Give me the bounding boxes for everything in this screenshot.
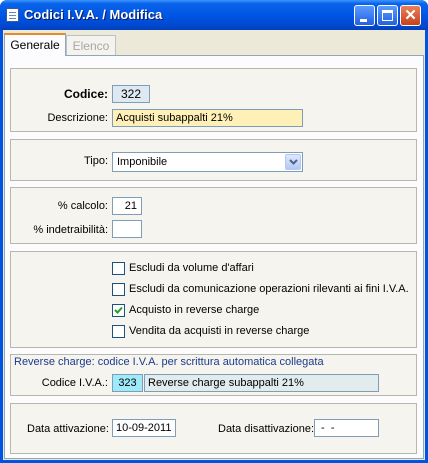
indetraibilita-label: % indetraibilità: — [33, 224, 108, 236]
data-attivazione-field[interactable]: 10-09-2011 — [112, 419, 176, 437]
codice-iva-label: Codice I.V.A.: — [41, 377, 108, 389]
group-reverse-charge: Reverse charge: codice I.V.A. per scritt… — [10, 354, 417, 396]
close-icon: ✕ — [404, 7, 417, 24]
codice-iva-description: Reverse charge subappalti 21% — [144, 374, 379, 392]
tipo-select[interactable]: Imponibile — [112, 152, 303, 172]
calcolo-field[interactable]: 21 — [112, 197, 142, 215]
codice-label: Codice: — [63, 87, 108, 101]
vendita-reverse-label: Vendita da acquisti in reverse charge — [129, 325, 310, 337]
minimize-icon — [360, 19, 367, 22]
escludi-volume-label: Escludi da volume d'affari — [129, 262, 254, 274]
vendita-reverse-checkbox[interactable] — [112, 325, 125, 338]
escludi-volume-checkbox[interactable] — [112, 262, 125, 275]
codice-iva-field[interactable]: 323 — [112, 374, 143, 392]
window: Codici I.V.A. / Modifica ✕ Generale Elen… — [0, 0, 428, 463]
calcolo-label: % calcolo: — [57, 200, 108, 212]
acquisto-reverse-checkbox[interactable] — [112, 304, 125, 317]
window-client: Generale Elenco Codice: 322 Descrizione:… — [3, 30, 425, 460]
escludi-comunicazione-label: Escludi da comunicazione operazioni rile… — [129, 283, 409, 295]
close-button[interactable]: ✕ — [400, 5, 421, 26]
tipo-label: Tipo: — [83, 155, 108, 167]
escludi-comunicazione-checkbox[interactable] — [112, 283, 125, 296]
data-disattivazione-field[interactable]: - - — [314, 419, 379, 437]
data-attivazione-label: Data attivazione: — [27, 423, 109, 435]
group-tipo: Tipo: Imponibile — [10, 139, 417, 181]
group-percentuali: % calcolo: 21 % indetraibilità: — [10, 187, 417, 244]
acquisto-reverse-label: Acquisto in reverse charge — [129, 304, 260, 316]
codice-field[interactable]: 322 — [112, 85, 150, 103]
tab-elenco[interactable]: Elenco — [66, 35, 116, 56]
group-codice: Codice: 322 Descrizione: Acquisti subapp… — [10, 68, 417, 132]
minimize-button[interactable] — [354, 5, 375, 26]
tab-panel-generale: Codice: 322 Descrizione: Acquisti subapp… — [4, 55, 424, 459]
chevron-down-icon — [289, 159, 298, 165]
group-date: Data attivazione: 10-09-2011 Data disatt… — [10, 403, 417, 454]
tipo-select-value: Imponibile — [117, 156, 168, 168]
checkmark-icon — [114, 306, 123, 314]
descrizione-field[interactable]: Acquisti subappalti 21% — [112, 109, 303, 127]
descrizione-label: Descrizione: — [47, 112, 108, 124]
title-bar[interactable]: Codici I.V.A. / Modifica ✕ — [0, 0, 428, 30]
indetraibilita-field[interactable] — [112, 220, 142, 238]
window-title: Codici I.V.A. / Modifica — [24, 7, 163, 22]
tab-generale[interactable]: Generale — [4, 33, 66, 56]
group-opzioni: Escludi da volume d'affari Escludi da co… — [10, 251, 417, 348]
document-icon — [6, 8, 19, 22]
data-disattivazione-label: Data disattivazione: — [218, 423, 314, 435]
maximize-button[interactable] — [377, 5, 398, 26]
maximize-icon — [382, 10, 393, 21]
reverse-charge-title: Reverse charge: codice I.V.A. per scritt… — [14, 356, 324, 368]
dropdown-arrow-button[interactable] — [285, 154, 301, 170]
